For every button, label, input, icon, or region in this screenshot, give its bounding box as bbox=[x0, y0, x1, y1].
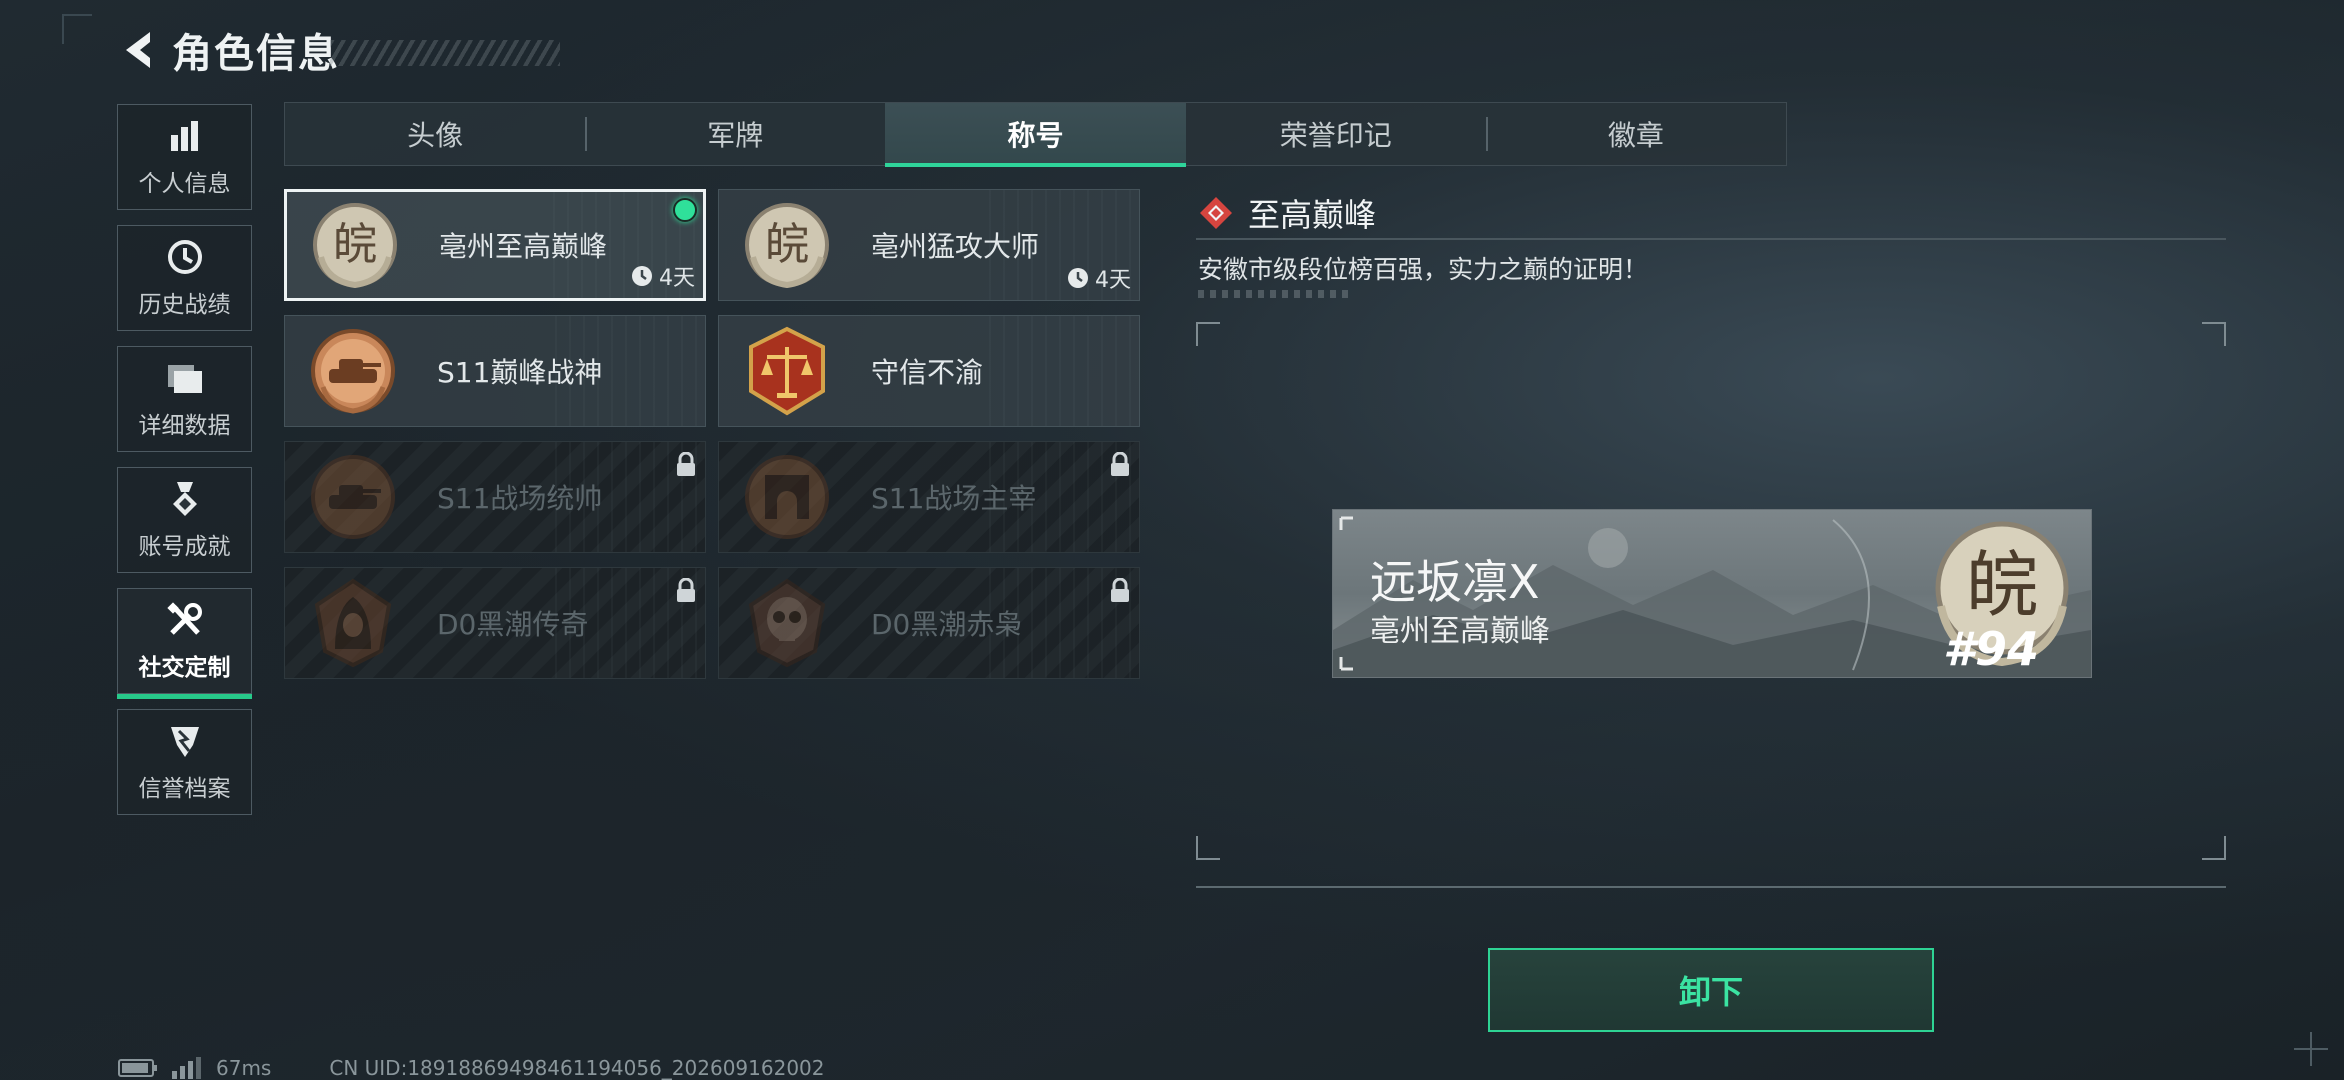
nav-item-history[interactable]: 历史战绩 bbox=[117, 225, 252, 331]
title-card-label: S11战场主宰 bbox=[871, 482, 1037, 515]
nav-item-personal-info[interactable]: 个人信息 bbox=[117, 104, 252, 210]
title-card-label: 守信不渝 bbox=[871, 356, 984, 389]
lock-icon bbox=[1109, 451, 1131, 482]
hooded-medal-icon bbox=[303, 573, 403, 673]
nav-item-label: 社交定制 bbox=[138, 655, 231, 681]
bar-chart-icon bbox=[165, 116, 205, 156]
page-title: 角色信息 bbox=[172, 31, 340, 77]
achievement-medal-icon bbox=[165, 479, 205, 519]
tools-icon bbox=[165, 600, 205, 640]
detail-header: 至高巅峰 bbox=[1198, 190, 1376, 236]
nav-item-label: 账号成就 bbox=[138, 534, 231, 560]
arch-medal-icon bbox=[737, 447, 837, 547]
category-tabs: 头像 军牌 称号 荣誉印记 徽章 bbox=[284, 102, 1787, 167]
tab-dogtag[interactable]: 军牌 bbox=[585, 103, 885, 165]
title-card-label: 亳州至高巅峰 bbox=[439, 230, 608, 263]
title-card[interactable]: 皖 亳州至高巅峰 4天 bbox=[284, 189, 706, 301]
lock-icon bbox=[1109, 577, 1131, 608]
title-stripes-decoration bbox=[330, 40, 560, 66]
title-card[interactable]: 守信不渝 bbox=[718, 315, 1140, 427]
back-arrow-icon[interactable] bbox=[118, 28, 162, 72]
tank-medal-icon bbox=[303, 321, 403, 421]
battery-icon bbox=[118, 1059, 157, 1077]
title-card-locked[interactable]: S11战场主宰 bbox=[718, 441, 1140, 553]
title-card-locked[interactable]: D0黑潮传奇 bbox=[284, 567, 706, 679]
nav-item-achievements[interactable]: 账号成就 bbox=[117, 467, 252, 573]
crosshair-decoration bbox=[2294, 1032, 2328, 1066]
timer: 4天 bbox=[1067, 262, 1131, 294]
nav-item-label: 详细数据 bbox=[138, 413, 231, 439]
title-card-label: D0黑潮赤枭 bbox=[871, 608, 1023, 641]
scales-medal-icon bbox=[737, 321, 837, 421]
title-card-label: S11巅峰战神 bbox=[437, 356, 603, 389]
page-header: 角色信息 bbox=[118, 22, 560, 78]
skull-medal-icon bbox=[737, 573, 837, 673]
tab-title[interactable]: 称号 bbox=[885, 103, 1186, 167]
divider bbox=[1196, 886, 2226, 888]
nav-item-detailed-data[interactable]: 详细数据 bbox=[117, 346, 252, 452]
svg-text:皖: 皖 bbox=[765, 219, 809, 270]
title-card-locked[interactable]: S11战场统帅 bbox=[284, 441, 706, 553]
timer: 4天 bbox=[631, 260, 695, 292]
nav-item-label: 个人信息 bbox=[138, 171, 231, 197]
detail-title: 至高巅峰 bbox=[1248, 196, 1377, 234]
nav-item-social-custom[interactable]: 社交定制 bbox=[117, 588, 252, 699]
lock-icon bbox=[675, 577, 697, 608]
title-card[interactable]: S11巅峰战神 bbox=[284, 315, 706, 427]
title-card-label: D0黑潮传奇 bbox=[437, 608, 589, 641]
signal-icon bbox=[172, 1057, 201, 1079]
ping-text: 67ms bbox=[216, 1056, 272, 1080]
clock-icon bbox=[1068, 268, 1088, 288]
nav-item-label: 历史战绩 bbox=[138, 292, 231, 318]
timer-text: 4天 bbox=[1095, 268, 1131, 293]
wan-medal-icon: 皖 bbox=[305, 195, 405, 295]
nameplate-rank: #94 bbox=[1943, 622, 2040, 676]
diamond-icon bbox=[1200, 197, 1232, 229]
title-card-label: 亳州猛攻大师 bbox=[871, 230, 1040, 263]
divider bbox=[1196, 238, 2226, 240]
history-clock-icon bbox=[165, 237, 205, 277]
corner-decoration bbox=[62, 14, 92, 44]
detail-description: 安徽市级段位榜百强，实力之巅的证明！ bbox=[1198, 255, 1649, 284]
unequip-button[interactable]: 卸下 bbox=[1488, 948, 1934, 1032]
title-card-grid: 皖 亳州至高巅峰 4天 皖 亳州猛攻大师 4天 S11巅峰战神 守信不渝 S11… bbox=[284, 189, 1140, 679]
equipped-indicator bbox=[673, 198, 697, 222]
folder-icon bbox=[165, 358, 205, 398]
svg-text:皖: 皖 bbox=[1966, 543, 2038, 627]
uid-text: CN UID:18918869498461194056_202609162002 bbox=[329, 1056, 825, 1080]
side-nav: 个人信息 历史战绩 详细数据 账号成就 社交定制 信誉档案 bbox=[117, 104, 254, 830]
status-bar: 67ms CN UID:18918869498461194056_2026091… bbox=[118, 1056, 825, 1080]
wan-medal-icon: 皖 bbox=[737, 195, 837, 295]
nav-item-label: 信誉档案 bbox=[138, 776, 231, 802]
decoration-bar bbox=[1198, 290, 1348, 298]
clock-icon bbox=[632, 266, 652, 286]
tab-badge[interactable]: 徽章 bbox=[1485, 103, 1786, 165]
timer-text: 4天 bbox=[659, 266, 695, 291]
title-card[interactable]: 皖 亳州猛攻大师 4天 bbox=[718, 189, 1140, 301]
title-card-label: S11战场统帅 bbox=[437, 482, 603, 515]
nameplate-title: 亳州至高巅峰 bbox=[1370, 614, 1550, 649]
nameplate-player-name: 远坂凛X bbox=[1370, 555, 1540, 609]
tank-medal-icon bbox=[303, 447, 403, 547]
svg-text:皖: 皖 bbox=[333, 219, 377, 270]
title-card-locked[interactable]: D0黑潮赤枭 bbox=[718, 567, 1140, 679]
tab-avatar[interactable]: 头像 bbox=[285, 103, 585, 165]
nav-item-credit-archive[interactable]: 信誉档案 bbox=[117, 709, 252, 815]
lock-icon bbox=[675, 451, 697, 482]
nameplate-preview: 皖 远坂凛X 亳州至高巅峰 #94 bbox=[1332, 509, 2092, 678]
tab-honor-mark[interactable]: 荣誉印记 bbox=[1186, 103, 1486, 165]
shield-badge-icon bbox=[165, 721, 205, 761]
